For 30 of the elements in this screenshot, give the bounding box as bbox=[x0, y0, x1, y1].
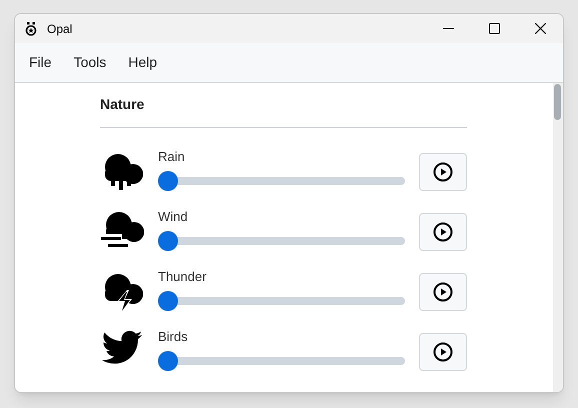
close-icon bbox=[534, 23, 546, 34]
menu-item[interactable]: Tools bbox=[64, 48, 116, 77]
scrollbar[interactable] bbox=[553, 83, 563, 392]
play-button[interactable] bbox=[419, 273, 467, 311]
volume-slider[interactable] bbox=[158, 351, 405, 371]
volume-slider[interactable] bbox=[158, 171, 405, 191]
sound-label: Birds bbox=[158, 329, 189, 345]
sound-label: Wind bbox=[158, 209, 189, 225]
sound-label: Thunder bbox=[158, 269, 208, 285]
slider-thumb[interactable] bbox=[158, 291, 178, 311]
play-icon bbox=[433, 282, 453, 302]
play-button[interactable] bbox=[419, 153, 467, 191]
sound-label: Rain bbox=[158, 149, 186, 165]
play-button[interactable] bbox=[419, 213, 467, 251]
play-icon bbox=[433, 342, 453, 362]
slider-thumb[interactable] bbox=[158, 351, 178, 371]
menu-item[interactable]: Help bbox=[119, 48, 166, 77]
section-title: Nature bbox=[100, 95, 146, 114]
volume-slider[interactable] bbox=[158, 291, 405, 311]
play-icon bbox=[433, 162, 453, 182]
window-title: Opal bbox=[47, 20, 72, 38]
medal-icon bbox=[25, 22, 37, 36]
slider-thumb[interactable] bbox=[158, 231, 178, 251]
slider-thumb[interactable] bbox=[158, 171, 178, 191]
menu-item[interactable]: File bbox=[20, 48, 61, 77]
scrollbar-thumb[interactable] bbox=[554, 84, 561, 120]
maximize-icon bbox=[488, 23, 500, 34]
volume-slider[interactable] bbox=[158, 231, 405, 251]
play-button[interactable] bbox=[419, 333, 467, 371]
play-icon bbox=[433, 222, 453, 242]
